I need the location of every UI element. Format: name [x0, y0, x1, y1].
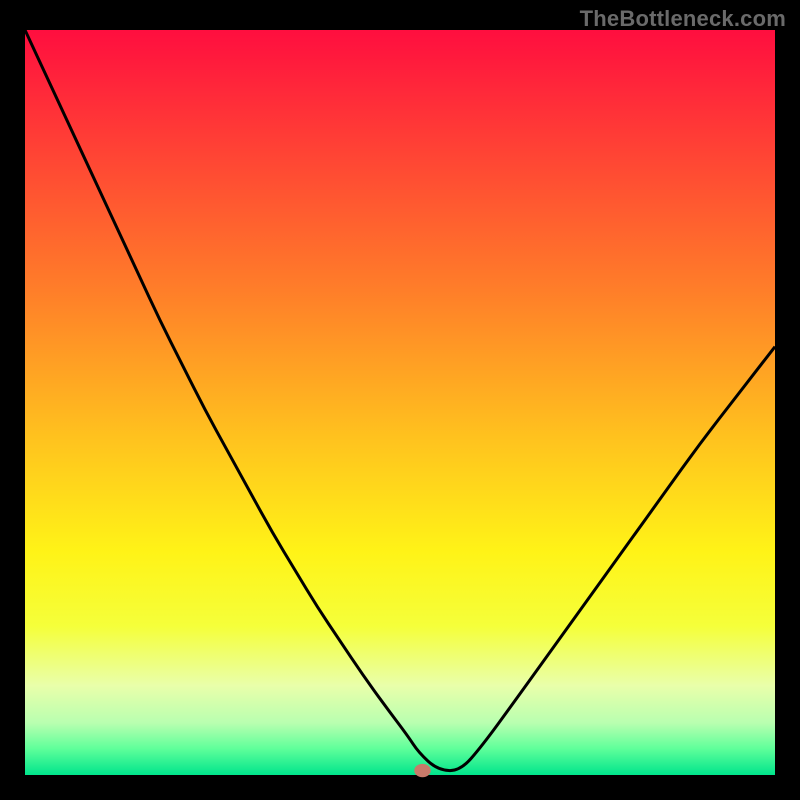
optimal-point-marker [414, 764, 431, 777]
chart-background [25, 30, 775, 775]
chart-frame: TheBottleneck.com [0, 0, 800, 800]
watermark-text: TheBottleneck.com [580, 6, 786, 32]
bottleneck-chart [0, 0, 800, 800]
